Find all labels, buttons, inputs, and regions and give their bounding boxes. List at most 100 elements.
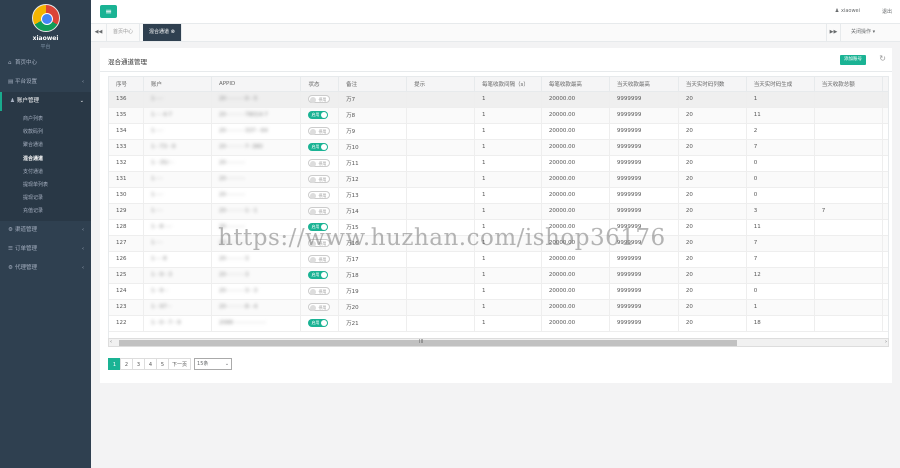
column-header[interactable]: 提示 bbox=[406, 77, 476, 92]
account-value: 1····· bbox=[151, 96, 164, 102]
tab-scroll-right-button[interactable]: ▶▶ bbox=[826, 24, 840, 41]
sidebar-subitem[interactable]: 商户列表 bbox=[0, 113, 91, 126]
account-value: 1····· bbox=[151, 240, 164, 246]
page-size-select[interactable]: 15条 ⌄ bbox=[194, 358, 233, 370]
interval-cell: 1 bbox=[474, 187, 542, 204]
scroll-left-arrow-icon[interactable]: ‹ bbox=[110, 339, 112, 345]
add-account-button[interactable]: 添加账号 bbox=[840, 55, 866, 65]
sidebar-subitem[interactable]: 支付通道 bbox=[0, 166, 91, 179]
menu-toggle-button[interactable]: ≡ bbox=[100, 5, 117, 18]
column-header[interactable]: 添加时间 bbox=[882, 77, 888, 92]
column-header[interactable]: 每笔收款最高 bbox=[541, 77, 610, 92]
appid-value: 20··········· bbox=[218, 176, 246, 182]
max_single-cell: 20000.00 bbox=[541, 187, 610, 204]
max_day-value: 9999999 bbox=[616, 256, 642, 262]
table-row[interactable]: 133 1···73···9 20···········7··380 启用 万10 1 20… bbox=[109, 139, 888, 156]
account-value: 1·····8 bbox=[151, 256, 167, 262]
max_single-value: 20000.00 bbox=[548, 144, 576, 150]
status-cell: 停用 bbox=[300, 171, 340, 188]
table-row[interactable]: 131 1····· 20··········· 停用 万12 1 20000.00 9999… bbox=[109, 171, 888, 188]
tab-close-menu[interactable]: 关闭操作 ▾ bbox=[840, 24, 900, 41]
interval-cell: 1 bbox=[474, 203, 542, 220]
interval-value: 1 bbox=[482, 144, 486, 150]
column-header[interactable]: 当天收款总额 bbox=[814, 77, 883, 92]
tab-mixed-channel[interactable]: 混合通道 ⊗ bbox=[143, 24, 182, 41]
status-toggle[interactable]: 停用 bbox=[308, 95, 331, 103]
interval-value: 1 bbox=[482, 256, 486, 262]
appid-cell: 20··········· bbox=[211, 171, 302, 188]
status-toggle[interactable]: 停用 bbox=[308, 127, 331, 135]
interval-value: 1 bbox=[482, 160, 486, 166]
table-row[interactable]: 129 1····· 20···········1···1 停用 万14 1 20000.0… bbox=[109, 203, 888, 220]
table-row[interactable]: 126 1·····8 20···········3 停用 万17 1 20000.00 99… bbox=[109, 251, 888, 268]
status-toggle[interactable]: 停用 bbox=[308, 303, 331, 311]
column-header[interactable]: 每笔收款间隔（s） bbox=[474, 77, 542, 92]
table-row[interactable]: 122 1···0···7···9 2088··················· 启… bbox=[109, 315, 888, 332]
table-row[interactable]: 136 1····· 20···········0···5 停用 万7 1 20000.00… bbox=[109, 91, 888, 108]
sidebar-item-label: 账户管理 bbox=[17, 98, 40, 104]
table-row[interactable]: 125 1···9···3 20···········3 启用 万18 1 20000.00… bbox=[109, 267, 888, 284]
status-toggle[interactable]: 停用 bbox=[308, 191, 331, 199]
column-header[interactable]: 备注 bbox=[338, 77, 408, 92]
remark-cell: 万21 bbox=[338, 315, 408, 332]
column-header[interactable]: APPID bbox=[211, 77, 302, 92]
sidebar-subitem[interactable]: 提现记录 bbox=[0, 192, 91, 205]
column-header[interactable]: 序号 bbox=[109, 77, 144, 92]
account-value: 1····· bbox=[151, 208, 164, 214]
account-value: 1···9··· bbox=[151, 288, 169, 294]
sidebar-subitem[interactable]: 收款码列 bbox=[0, 126, 91, 139]
status-toggle[interactable]: 停用 bbox=[308, 255, 331, 263]
sidebar-subitem[interactable]: 充值记录 bbox=[0, 205, 91, 218]
appid-cell: 20···········0···5 bbox=[211, 91, 302, 108]
tab-scroll-left-button[interactable]: ◀◀ bbox=[91, 24, 107, 41]
sidebar-item-agent-management[interactable]: ⚙ 代理管理 ‹ bbox=[0, 259, 91, 278]
refresh-icon[interactable]: ↻ bbox=[879, 54, 886, 63]
sidebar-item-account-management[interactable]: ♟ 账户管理 ⌄ bbox=[0, 92, 91, 111]
sidebar-item-order-management[interactable]: ☰ 订单管理 ‹ bbox=[0, 240, 91, 259]
sidebar-item-label: 订单管理 bbox=[15, 245, 38, 252]
table-row[interactable]: 124 1···9··· 20···········3···3 停用 万19 1 20000… bbox=[109, 283, 888, 300]
remark-value: 万12 bbox=[346, 177, 359, 183]
top-user[interactable]: ♟ xiaowei bbox=[835, 8, 860, 14]
table-row[interactable]: 123 1···97··· 20···········8···4 停用 万20 1 2000… bbox=[109, 299, 888, 316]
status-toggle[interactable]: 停用 bbox=[308, 159, 331, 167]
max_day-value: 9999999 bbox=[616, 96, 642, 102]
scroll-right-arrow-icon[interactable]: › bbox=[885, 339, 887, 345]
list-icon: ☰ bbox=[8, 245, 13, 252]
sidebar-subitem[interactable]: 提现单列表 bbox=[0, 179, 91, 192]
profile-username[interactable]: xiaowei bbox=[0, 35, 91, 42]
scrollbar-thumb[interactable] bbox=[119, 340, 737, 346]
status-toggle[interactable]: 启用 bbox=[308, 111, 329, 119]
status-toggle[interactable]: 停用 bbox=[308, 207, 331, 215]
hamburger-icon: ≡ bbox=[105, 7, 112, 16]
status-toggle[interactable]: 停用 bbox=[308, 287, 331, 295]
status-toggle[interactable]: 停用 bbox=[308, 175, 331, 183]
avatar[interactable] bbox=[31, 4, 60, 32]
sidebar-item-channel-management[interactable]: ⚙ 渠道管理 ‹ bbox=[0, 221, 91, 240]
table-row[interactable]: 134 1····· 20···········337···64 停用 万9 1 20000… bbox=[109, 123, 888, 140]
sidebar-subitem[interactable]: 聚合通道 bbox=[0, 139, 91, 152]
next-page-button[interactable]: 下一页 bbox=[168, 358, 192, 370]
status-toggle[interactable]: 启用 bbox=[308, 271, 329, 279]
status-toggle[interactable]: 启用 bbox=[308, 143, 329, 151]
column-header[interactable]: 当天实时码列数 bbox=[678, 77, 747, 92]
sidebar-item-platform-settings[interactable]: ▤ 平台设置 ‹ bbox=[0, 73, 91, 92]
column-header[interactable]: 状态 bbox=[300, 77, 340, 92]
column-header[interactable]: 账户 bbox=[143, 77, 212, 92]
table-row[interactable]: 135 1·····4·7 20···········78014·7 启用 万8 1 200… bbox=[109, 107, 888, 124]
sidebar-item-home[interactable]: ⌂ 首页中心 bbox=[0, 54, 91, 73]
logout-link[interactable]: 退出 bbox=[882, 8, 892, 15]
column-header[interactable]: 当天实时码生成 bbox=[746, 77, 815, 92]
table-row[interactable]: 132 1···35/··· 20··········· 停用 万11 1 20000.00… bbox=[109, 155, 888, 172]
table-row[interactable]: 130 1····· 20··········· 停用 万13 1 20000.00 9999… bbox=[109, 187, 888, 204]
codes-value: 20 bbox=[685, 288, 693, 294]
tab-bar: ◀◀ 首页中心 混合通道 ⊗ ▶▶ 关闭操作 ▾ bbox=[91, 24, 900, 42]
horizontal-scrollbar[interactable]: ‹ III › bbox=[108, 338, 889, 347]
sidebar-subitem[interactable]: 混合通道 bbox=[0, 153, 91, 166]
gen-cell: 7 bbox=[746, 251, 815, 268]
interval-cell: 1 bbox=[474, 315, 542, 332]
column-header[interactable]: 当天收款最高 bbox=[609, 77, 679, 92]
account-cell: 1····· bbox=[143, 187, 212, 204]
tab-home[interactable]: 首页中心 bbox=[107, 24, 141, 41]
status-toggle[interactable]: 启用 bbox=[308, 319, 329, 327]
